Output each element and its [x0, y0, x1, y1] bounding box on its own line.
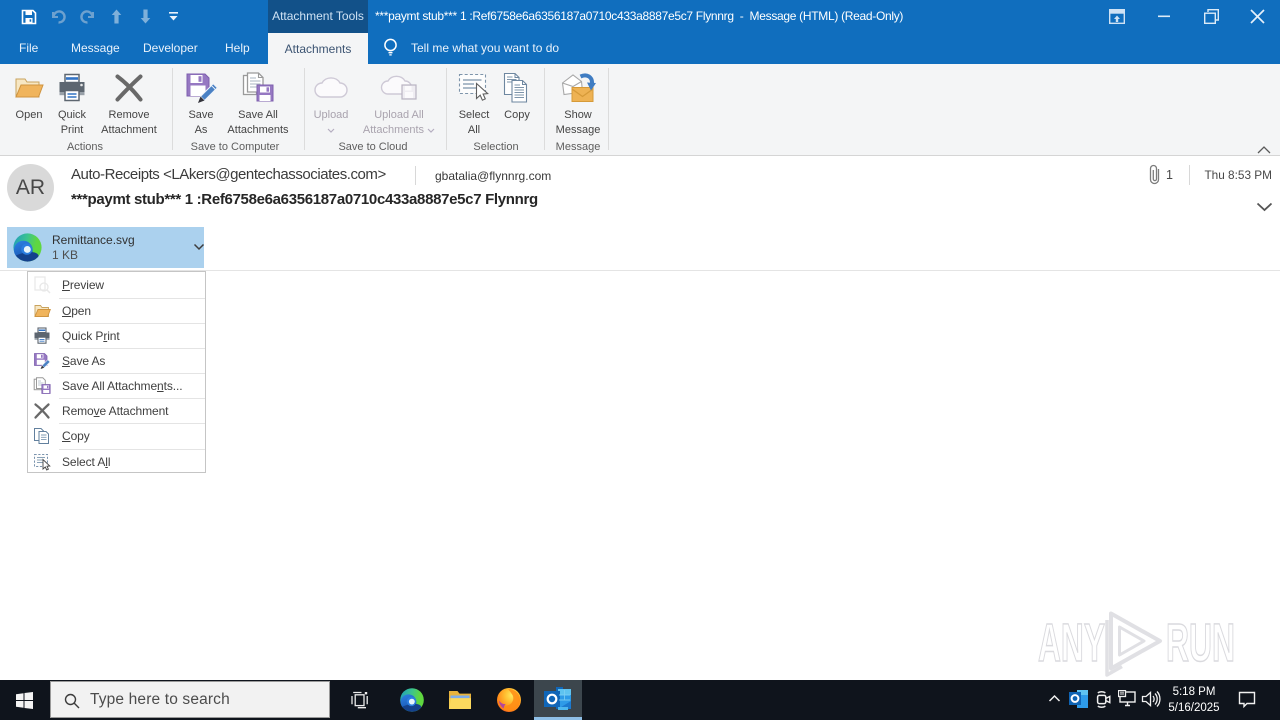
svg-text:RUN: RUN: [1166, 613, 1235, 673]
svg-text:ANY: ANY: [1038, 613, 1105, 673]
